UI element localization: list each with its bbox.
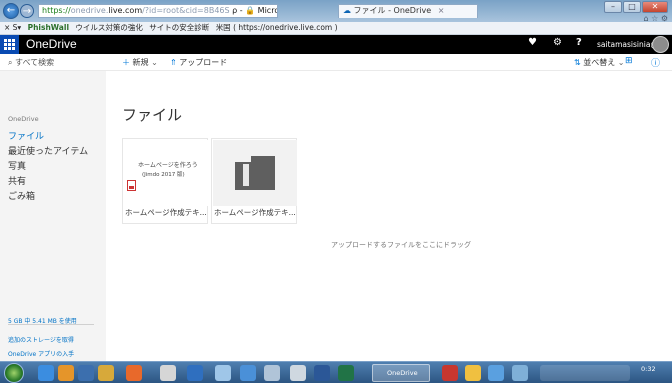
taskbar-onedrive[interactable]: OneDrive	[372, 364, 430, 382]
word-icon[interactable]	[314, 365, 330, 381]
app-icon[interactable]	[488, 365, 504, 381]
file-name: ホームページ作成テキ...	[125, 208, 207, 217]
favorite-item[interactable]: ウイルス対策の強化	[75, 22, 143, 34]
window-controls: – □ ✕	[604, 1, 668, 13]
system-tray[interactable]	[540, 365, 630, 381]
avatar[interactable]	[652, 36, 669, 53]
maximize-button[interactable]: □	[623, 1, 641, 13]
taskbar: OneDrive 0:32	[0, 361, 672, 383]
info-icon[interactable]: ⓘ	[651, 56, 660, 69]
pdf-icon	[127, 180, 136, 191]
favorite-item[interactable]: × S▾	[4, 22, 21, 34]
storage-bar	[8, 324, 94, 325]
plus-icon: ＋	[122, 58, 130, 67]
nav-header[interactable]: OneDrive	[8, 115, 39, 123]
drop-hint: アップロードするファイルをここにドラッグ	[331, 241, 471, 249]
search-input[interactable]: ⌕ すべて検索	[8, 57, 54, 68]
app-icon[interactable]	[160, 365, 176, 381]
firefox-icon[interactable]	[58, 365, 74, 381]
app-launcher-icon[interactable]	[0, 35, 19, 54]
forward-button[interactable]: →	[20, 4, 34, 18]
nav-item-recent[interactable]: 最近使ったアイテム	[8, 144, 88, 157]
browser-titlebar: ← → https://onedrive.live.com/?id=root&c…	[0, 0, 672, 23]
favorites-bar: × S▾ PhishWall ウイルス対策の強化 サイトの安全診断 米国 ( h…	[0, 22, 672, 35]
app-icon[interactable]	[240, 365, 256, 381]
chevron-down-icon: ⌄	[617, 58, 625, 67]
app-icon[interactable]	[512, 365, 528, 381]
favorite-item[interactable]: PhishWall	[28, 22, 69, 34]
nav-item-recycle-bin[interactable]: ごみ箱	[8, 189, 35, 202]
nav-item-photos[interactable]: 写真	[8, 159, 26, 172]
search-icon: ⌕	[8, 58, 13, 67]
back-button[interactable]: ←	[3, 3, 19, 19]
file-thumbnail	[213, 140, 297, 206]
clock[interactable]: 0:32	[641, 365, 656, 373]
excel-icon[interactable]	[338, 365, 354, 381]
get-apps-link[interactable]: OneDrive アプリの入手	[8, 349, 74, 358]
upload-icon: ⇑	[170, 58, 177, 67]
ie-icon[interactable]	[38, 365, 54, 381]
sort-button[interactable]: ⇅ 並べ替え ⌄	[574, 57, 625, 68]
app-icon[interactable]	[465, 365, 481, 381]
app-icon[interactable]	[442, 365, 458, 381]
get-more-storage-link[interactable]: 追加のストレージを取得	[8, 335, 74, 344]
chevron-down-icon: ⌄	[151, 58, 158, 67]
command-bar: ⌕ すべて検索 ＋ 新規 ⌄ ⇑ アップロード ⇅ 並べ替え ⌄ ⊞ ⓘ	[0, 54, 672, 71]
app-icon[interactable]	[215, 365, 231, 381]
file-tile[interactable]: ホームページを作ろう (Jimdo 2017 版) ホームページ作成テキ...	[122, 138, 208, 224]
grid-view-icon[interactable]: ⊞	[625, 56, 633, 66]
left-nav: OneDrive ファイル 最近使ったアイテム 写真 共有 ごみ箱 5 GB 中…	[0, 71, 106, 361]
nav-item-files[interactable]: ファイル	[8, 129, 44, 142]
cloud-icon: ☁	[343, 6, 351, 15]
upload-button[interactable]: ⇑ アップロード	[170, 57, 227, 68]
suite-bar: OneDrive ♥ ⚙ ? saitamasisinia@y...	[0, 35, 672, 54]
close-button[interactable]: ✕	[642, 1, 668, 13]
tab-onedrive[interactable]: ☁ ファイル - OneDrive ×	[338, 4, 478, 18]
settings-gear-icon[interactable]: ⚙	[553, 37, 562, 48]
file-name: ホームページ作成テキ...	[214, 208, 296, 217]
file-thumbnail: ホームページを作ろう (Jimdo 2017 版)	[124, 140, 208, 206]
brand-title[interactable]: OneDrive	[26, 37, 77, 51]
start-button[interactable]	[4, 363, 24, 383]
app-icon[interactable]	[126, 365, 142, 381]
nav-item-shared[interactable]: 共有	[8, 174, 26, 187]
tab-label: ファイル - OneDrive	[353, 6, 432, 15]
app-icon[interactable]	[264, 365, 280, 381]
address-bar[interactable]: https://onedrive.live.com/?id=root&cid=8…	[38, 4, 278, 18]
sort-icon: ⇅	[574, 58, 581, 67]
page-title: ファイル	[122, 106, 183, 124]
new-button[interactable]: ＋ 新規 ⌄	[122, 57, 158, 68]
tab-close-icon[interactable]: ×	[438, 6, 445, 15]
favorite-item[interactable]: 米国 ( https://onedrive.live.com )	[216, 22, 338, 34]
app-icon[interactable]	[187, 365, 203, 381]
file-tile[interactable]: ホームページ作成テキ...	[211, 138, 297, 224]
app-icon[interactable]	[290, 365, 306, 381]
help-icon[interactable]: ?	[576, 37, 582, 48]
folder-icon[interactable]	[98, 365, 114, 381]
favorite-item[interactable]: サイトの安全診断	[149, 22, 209, 34]
notifications-icon[interactable]: ♥	[528, 37, 537, 48]
minimize-button[interactable]: –	[604, 1, 622, 13]
app-icon[interactable]	[78, 365, 94, 381]
